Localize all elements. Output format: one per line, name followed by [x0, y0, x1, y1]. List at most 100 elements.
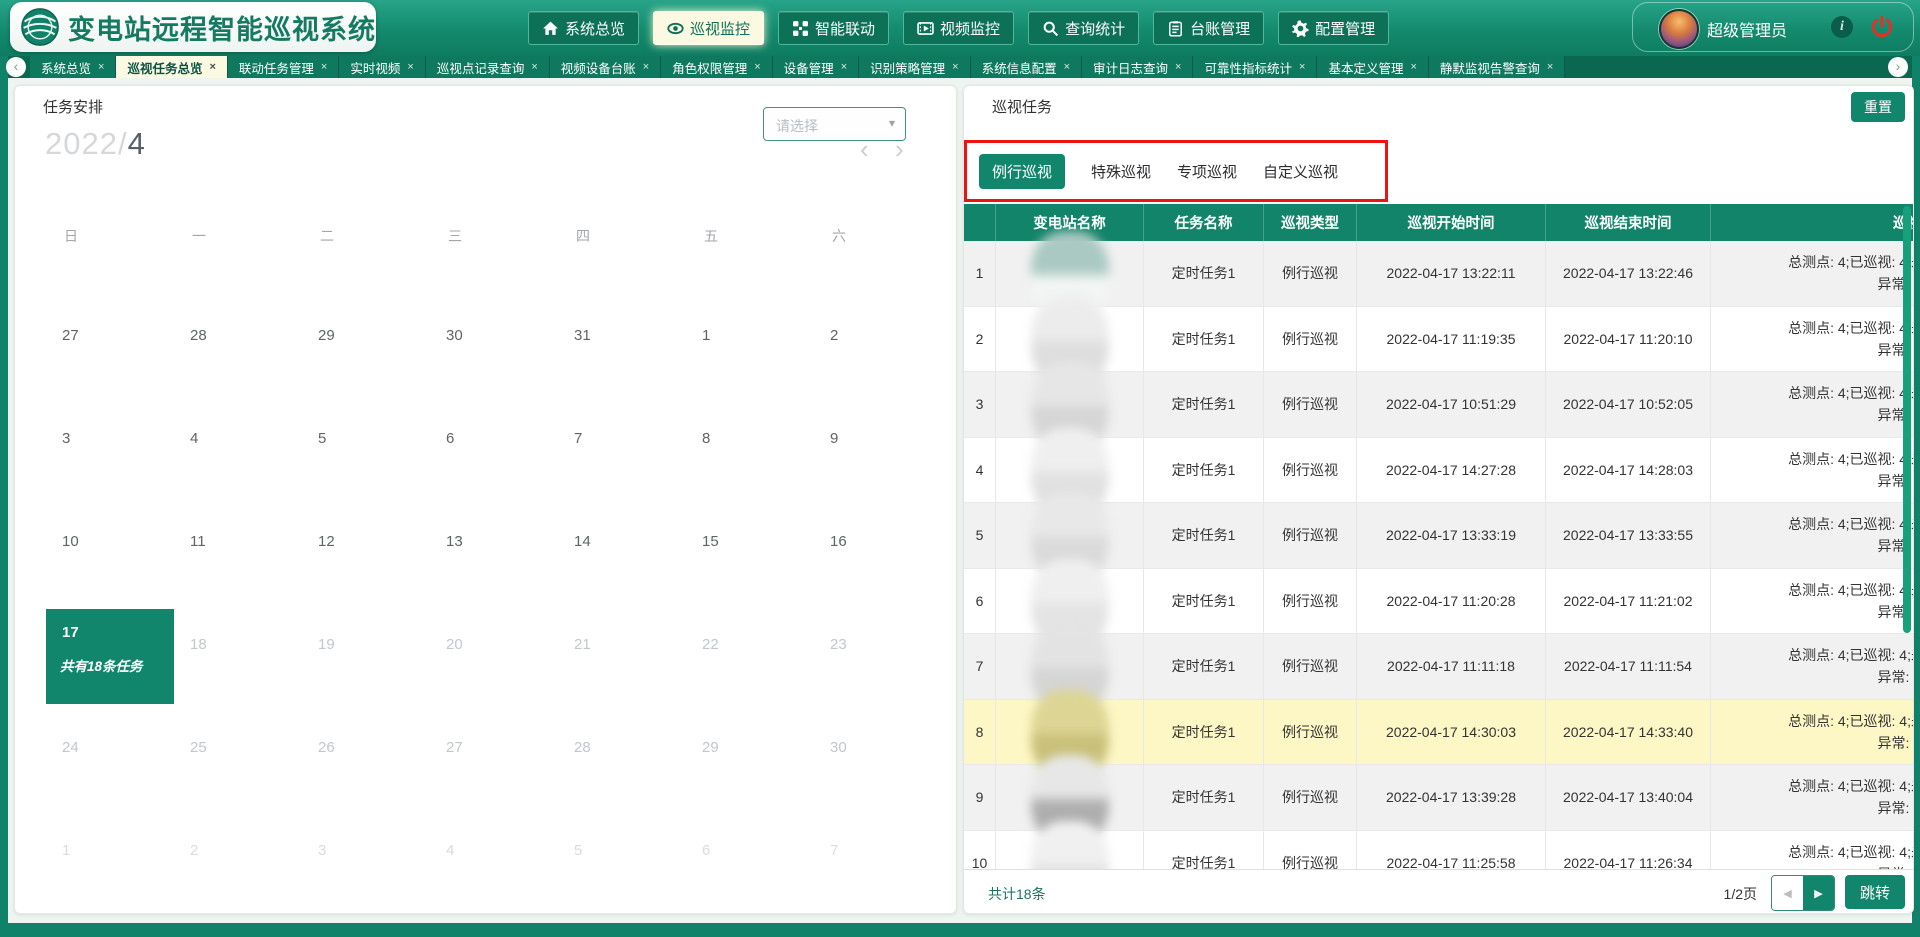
- table-row[interactable]: 7定时任务1例行巡视2022-04-17 11:11:182022-04-17 …: [964, 634, 1913, 700]
- workspace-tab[interactable]: 识别策略管理×: [859, 56, 970, 78]
- calendar-day[interactable]: 30: [446, 327, 463, 344]
- next-page-button[interactable]: ▶: [1803, 876, 1834, 910]
- table-row[interactable]: 4定时任务1例行巡视2022-04-17 14:27:282022-04-17 …: [964, 438, 1913, 504]
- nav-button-ledger[interactable]: 台账管理: [1153, 11, 1264, 45]
- table-row[interactable]: 9定时任务1例行巡视2022-04-17 13:39:282022-04-17 …: [964, 765, 1913, 831]
- jump-button[interactable]: 跳转: [1845, 875, 1905, 909]
- workspace-tab[interactable]: 审计日志查询×: [1082, 56, 1193, 78]
- calendar-day[interactable]: 4: [446, 842, 454, 859]
- calendar-prev-icon[interactable]: ‹: [860, 134, 869, 165]
- workspace-tab[interactable]: 可靠性指标统计×: [1193, 56, 1317, 78]
- calendar-day[interactable]: 1: [62, 842, 70, 859]
- calendar-day[interactable]: 13: [446, 533, 463, 550]
- nav-button-smart-link[interactable]: 智能联动: [778, 11, 889, 45]
- calendar-day[interactable]: 31: [574, 327, 591, 344]
- close-tab-icon[interactable]: ×: [841, 61, 847, 73]
- workspace-tab[interactable]: 巡视点记录查询×: [426, 56, 550, 78]
- calendar-day[interactable]: 6: [446, 430, 454, 447]
- calendar-day[interactable]: 8: [702, 430, 710, 447]
- table-row[interactable]: 6定时任务1例行巡视2022-04-17 11:20:282022-04-17 …: [964, 569, 1913, 635]
- calendar-day[interactable]: 27: [62, 327, 79, 344]
- workspace-tab[interactable]: 系统信息配置×: [971, 56, 1082, 78]
- workspace-tab[interactable]: 角色权限管理×: [661, 56, 772, 78]
- calendar-day[interactable]: 26: [318, 739, 335, 756]
- task-filter-select[interactable]: 请选择 ▾: [763, 107, 906, 141]
- calendar-day[interactable]: 20: [446, 636, 463, 653]
- calendar-day[interactable]: 29: [702, 739, 719, 756]
- reset-button[interactable]: 重置: [1851, 92, 1905, 122]
- workspace-tab[interactable]: 联动任务管理×: [228, 56, 339, 78]
- calendar-day[interactable]: 16: [830, 533, 847, 550]
- calendar-day[interactable]: 6: [702, 842, 710, 859]
- calendar-day[interactable]: 5: [574, 842, 582, 859]
- table-row[interactable]: 1定时任务1例行巡视2022-04-17 13:22:112022-04-17 …: [964, 241, 1913, 307]
- calendar-day[interactable]: 28: [574, 739, 591, 756]
- patrol-type-tab[interactable]: 专项巡视: [1177, 161, 1237, 182]
- table-row[interactable]: 5定时任务1例行巡视2022-04-17 13:33:192022-04-17 …: [964, 503, 1913, 569]
- calendar-selected-day[interactable]: 17共有18条任务: [46, 609, 174, 704]
- close-tab-icon[interactable]: ×: [1064, 61, 1070, 73]
- calendar-day[interactable]: 15: [702, 533, 719, 550]
- calendar-day[interactable]: 27: [446, 739, 463, 756]
- close-tab-icon[interactable]: ×: [952, 61, 958, 73]
- workspace-tab[interactable]: 系统总览×: [30, 56, 116, 78]
- calendar-day[interactable]: 25: [190, 739, 207, 756]
- table-row[interactable]: 3定时任务1例行巡视2022-04-17 10:51:292022-04-17 …: [964, 372, 1913, 438]
- close-tab-icon[interactable]: ×: [209, 61, 215, 73]
- nav-button-search[interactable]: 查询统计: [1028, 11, 1139, 45]
- workspace-tab[interactable]: 静默监视告警查询×: [1429, 56, 1565, 78]
- patrol-type-tab[interactable]: 特殊巡视: [1091, 161, 1151, 182]
- patrol-type-tab[interactable]: 自定义巡视: [1263, 161, 1338, 182]
- calendar-day[interactable]: 23: [830, 636, 847, 653]
- calendar-day[interactable]: 4: [190, 430, 198, 447]
- close-tab-icon[interactable]: ×: [407, 61, 413, 73]
- calendar-day[interactable]: 2: [830, 327, 838, 344]
- close-tab-icon[interactable]: ×: [1299, 61, 1305, 73]
- workspace-tab[interactable]: 视频设备台账×: [550, 56, 661, 78]
- close-tab-icon[interactable]: ×: [1410, 61, 1416, 73]
- close-tab-icon[interactable]: ×: [1547, 61, 1553, 73]
- calendar-day[interactable]: 24: [62, 739, 79, 756]
- nav-button-video[interactable]: 视频监控: [903, 11, 1014, 45]
- calendar-day[interactable]: 3: [62, 430, 70, 447]
- workspace-tab[interactable]: 设备管理×: [773, 56, 859, 78]
- calendar-day[interactable]: 18: [190, 636, 207, 653]
- info-icon[interactable]: i: [1831, 16, 1853, 38]
- calendar-day[interactable]: 29: [318, 327, 335, 344]
- workspace-tab[interactable]: 巡视任务总览×: [116, 56, 227, 78]
- table-row[interactable]: 8定时任务1例行巡视2022-04-17 14:30:032022-04-17 …: [964, 700, 1913, 766]
- table-scrollbar[interactable]: [1903, 206, 1911, 633]
- avatar[interactable]: [1659, 9, 1699, 49]
- calendar-day[interactable]: 7: [574, 430, 582, 447]
- nav-button-eye[interactable]: 巡视监控: [653, 11, 764, 45]
- close-tab-icon[interactable]: ×: [98, 61, 104, 73]
- close-tab-icon[interactable]: ×: [754, 61, 760, 73]
- calendar-day[interactable]: 3: [318, 842, 326, 859]
- close-tab-icon[interactable]: ×: [321, 61, 327, 73]
- calendar-day[interactable]: 7: [830, 842, 838, 859]
- calendar-day[interactable]: 22: [702, 636, 719, 653]
- calendar-day[interactable]: 28: [190, 327, 207, 344]
- close-tab-icon[interactable]: ×: [1175, 61, 1181, 73]
- nav-button-home[interactable]: 系统总览: [528, 11, 639, 45]
- calendar-day[interactable]: 5: [318, 430, 326, 447]
- calendar-day[interactable]: 19: [318, 636, 335, 653]
- tab-scroll-right-icon[interactable]: ›: [1888, 57, 1908, 77]
- tab-scroll-left-icon[interactable]: ‹: [6, 57, 26, 77]
- power-icon[interactable]: [1869, 14, 1895, 40]
- close-tab-icon[interactable]: ×: [531, 61, 537, 73]
- calendar-day[interactable]: 2: [190, 842, 198, 859]
- calendar-day[interactable]: 1: [702, 327, 710, 344]
- table-row[interactable]: 2定时任务1例行巡视2022-04-17 11:19:352022-04-17 …: [964, 307, 1913, 373]
- calendar-day[interactable]: 30: [830, 739, 847, 756]
- nav-button-gear[interactable]: 配置管理: [1278, 11, 1389, 45]
- calendar-day[interactable]: 14: [574, 533, 591, 550]
- workspace-tab[interactable]: 基本定义管理×: [1317, 56, 1428, 78]
- table-row[interactable]: 10定时任务1例行巡视2022-04-17 11:25:582022-04-17…: [964, 831, 1913, 870]
- close-tab-icon[interactable]: ×: [643, 61, 649, 73]
- calendar-day[interactable]: 12: [318, 533, 335, 550]
- calendar-day[interactable]: 11: [190, 533, 206, 550]
- calendar-day[interactable]: 9: [830, 430, 838, 447]
- calendar-day[interactable]: 21: [574, 636, 591, 653]
- prev-page-button[interactable]: ◀: [1772, 876, 1803, 910]
